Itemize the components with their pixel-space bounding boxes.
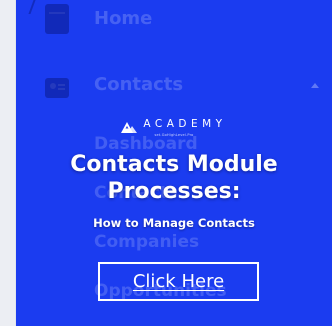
brand-tagline: set.GoHighLevel.Pro: [154, 133, 194, 137]
subtitle: How to Manage Contacts: [93, 216, 255, 230]
title-line-1: Contacts Module: [70, 152, 278, 177]
chevron-up-icon: [311, 83, 319, 88]
click-here-button[interactable]: Click Here: [98, 262, 259, 301]
bg-menu-contacts: Contacts: [94, 74, 183, 95]
brand-name: ACADEMY: [143, 118, 227, 130]
bg-sub-item-companies: Companies: [94, 232, 200, 252]
contacts-card-icon: [45, 78, 69, 98]
home-icon: [45, 4, 69, 34]
bg-menu-home-label: Home: [94, 8, 153, 29]
page-title: Contacts Module Processes:: [16, 151, 332, 205]
title-line-2: Processes:: [107, 179, 241, 204]
page: Home Contacts Dashboard Contacts Compani…: [0, 0, 332, 326]
promo-card: Home Contacts Dashboard Contacts Compani…: [16, 0, 332, 326]
bg-menu-contacts-label: Contacts: [94, 74, 184, 95]
academy-brand: ACADEMY: [16, 118, 332, 133]
bg-menu-home: Home: [94, 8, 152, 29]
click-here-label: Click Here: [132, 271, 225, 292]
corner-decoration: [28, 0, 46, 14]
mountain-logo-icon: [121, 118, 138, 133]
left-edge-strip: [0, 0, 16, 326]
